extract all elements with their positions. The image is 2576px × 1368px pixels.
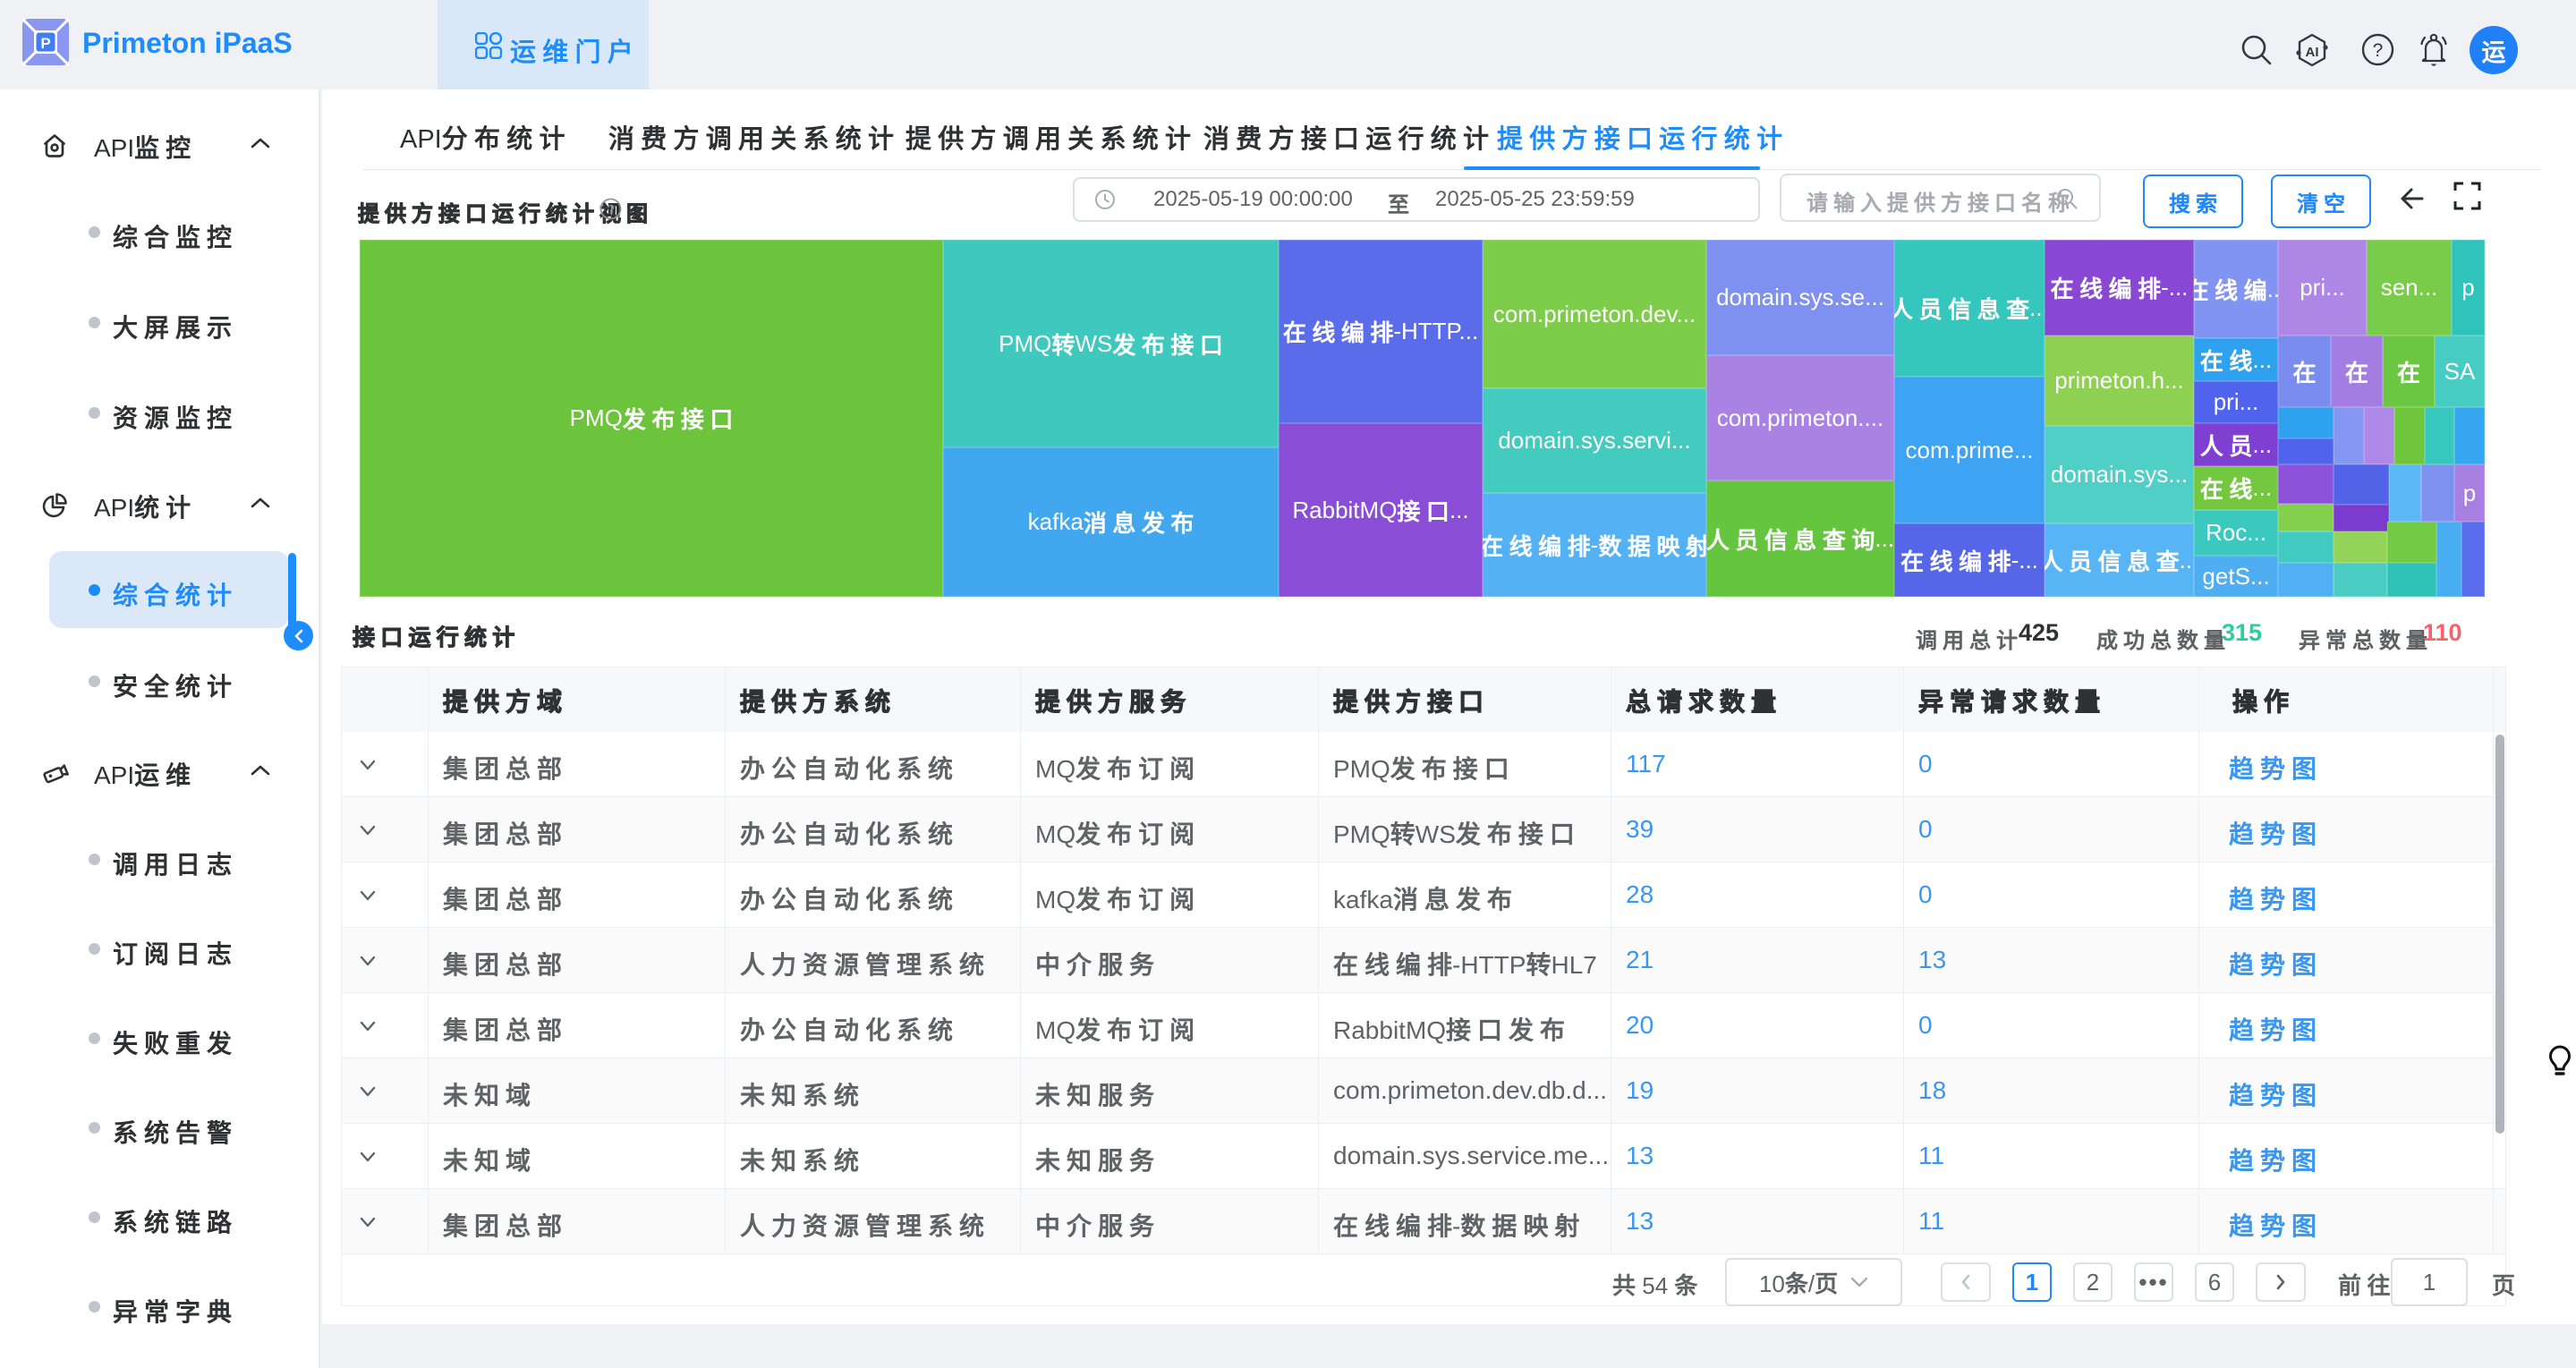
svg-text:?: ? (607, 202, 614, 217)
svg-text:AI: AI (2306, 45, 2319, 60)
svg-text:?: ? (2373, 40, 2384, 61)
svg-text:P: P (40, 35, 50, 52)
